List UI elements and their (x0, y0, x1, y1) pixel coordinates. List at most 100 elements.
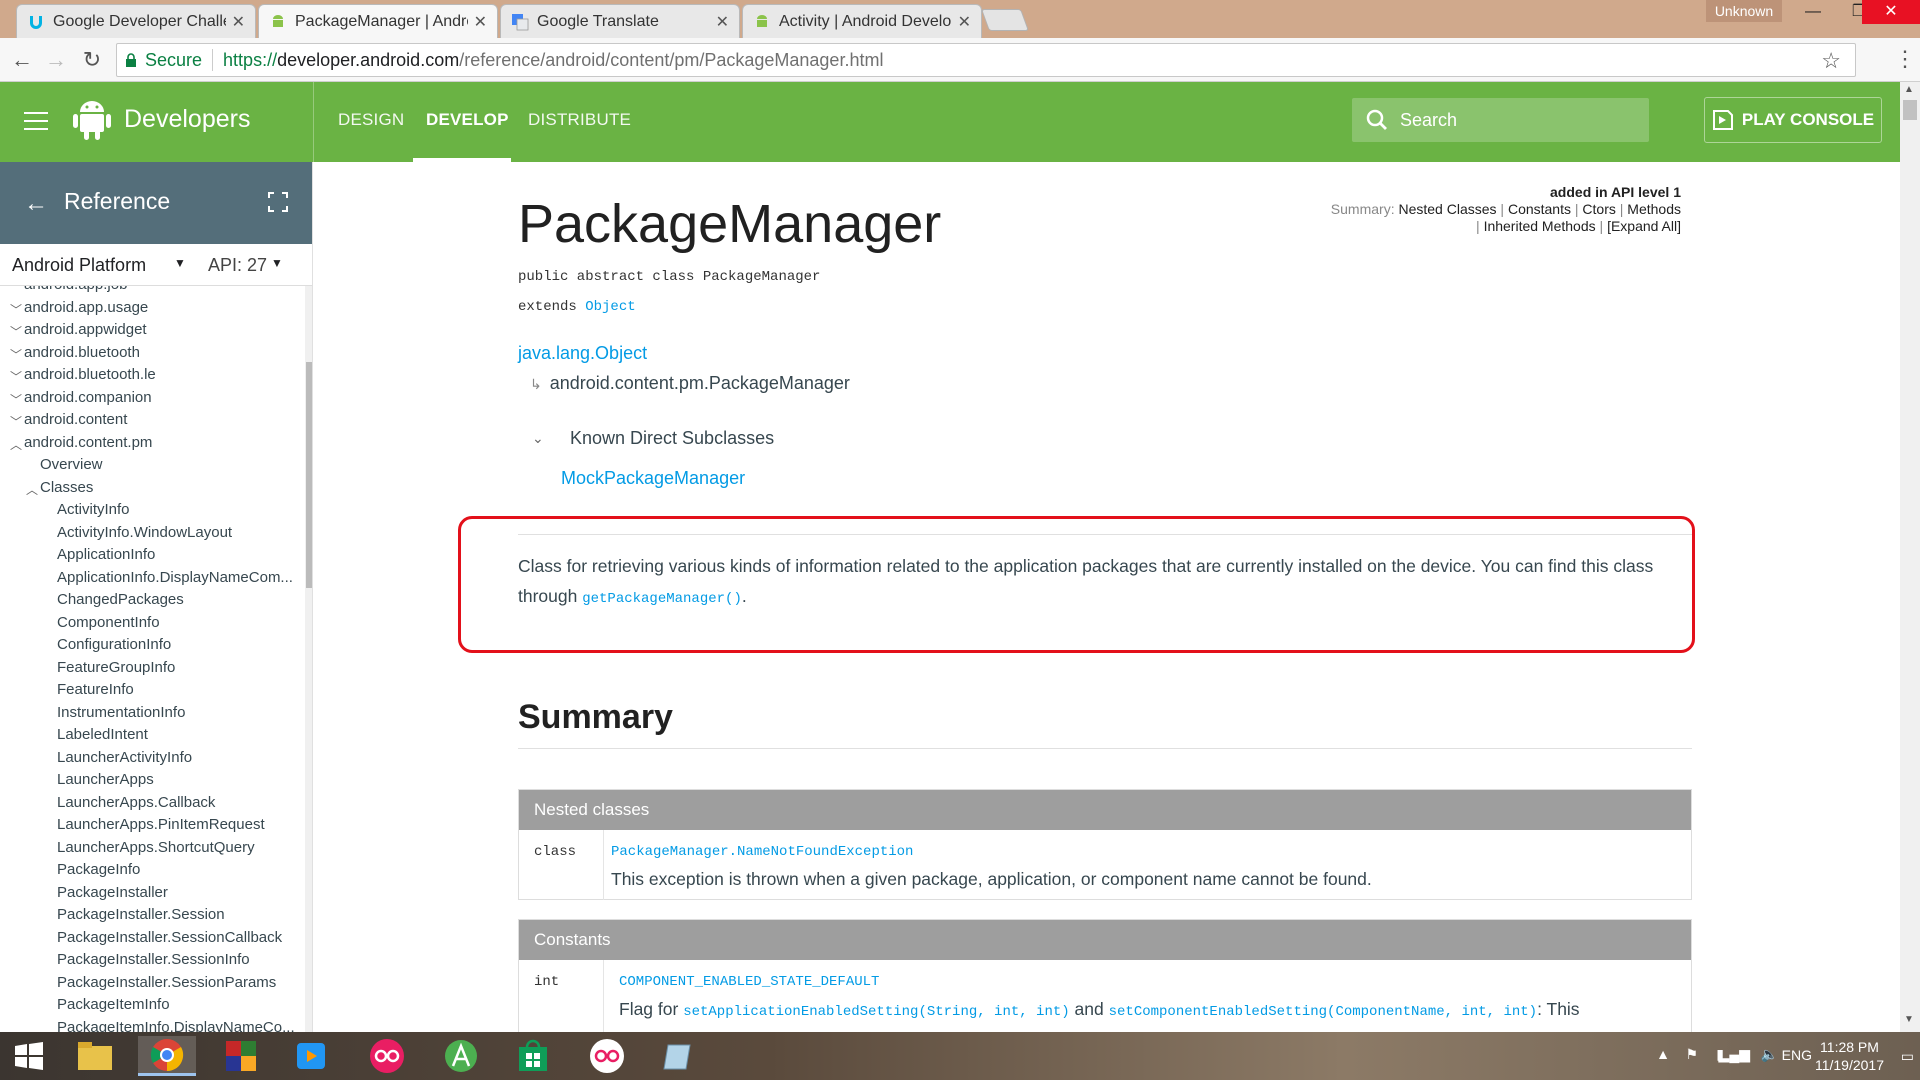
api-level-dropdown[interactable]: API: 27 (208, 255, 267, 276)
constant-link[interactable]: COMPONENT_ENABLED_STATE_DEFAULT (619, 974, 879, 990)
sidebar-item[interactable]: PackageItemInfo.DisplayNameCo... (57, 1019, 295, 1033)
bookmark-star-icon[interactable]: ☆ (1821, 48, 1841, 74)
nav-design[interactable]: DESIGN (338, 110, 404, 130)
sidebar-item[interactable]: android.app.job (24, 286, 127, 293)
sidebar-item[interactable]: android.bluetooth.le (24, 366, 156, 383)
sidebar-item[interactable]: ApplicationInfo (57, 546, 155, 563)
sidebar-item[interactable]: FeatureGroupInfo (57, 659, 175, 676)
chevron-down-icon[interactable]: ﹀ (10, 368, 22, 385)
address-bar[interactable]: Secure https:// developer.android.com /r… (116, 43, 1856, 77)
chevron-up-icon[interactable]: ︿ (10, 436, 22, 453)
media-player-icon[interactable] (282, 1036, 340, 1076)
known-subclasses-toggle[interactable]: Known Direct Subclasses (570, 428, 774, 449)
platform-dropdown[interactable]: Android Platform (12, 255, 146, 276)
clock[interactable]: 11:28 PM 11/19/2017 (1815, 1038, 1884, 1074)
windows-start-icon[interactable] (0, 1036, 58, 1076)
flag-icon[interactable]: ⚑ (1685, 1046, 1698, 1063)
sidebar-item[interactable]: android.bluetooth (24, 344, 140, 361)
chevron-down-icon[interactable]: ﹀ (10, 391, 22, 408)
sidebar-item[interactable]: android.app.usage (24, 299, 148, 316)
sidebar-scroll-thumb[interactable] (306, 362, 312, 588)
sidebar-item[interactable]: PackageInstaller.SessionCallback (57, 929, 282, 946)
sidebar-item[interactable]: ComponentInfo (57, 614, 160, 631)
chevron-down-icon[interactable]: ⌄ (532, 430, 544, 447)
nav-distribute[interactable]: DISTRIBUTE (528, 110, 631, 130)
close-icon[interactable]: ✕ (958, 12, 971, 32)
app-oo-white-icon[interactable] (578, 1036, 636, 1076)
search-input[interactable]: Search (1352, 98, 1649, 142)
hamburger-menu-icon[interactable] (24, 112, 48, 130)
network-icon[interactable]: ▂▄▆ (1719, 1046, 1750, 1063)
sidebar-item[interactable]: ApplicationInfo.DisplayNameCom... (57, 569, 293, 586)
sidebar-item[interactable]: LabeledIntent (57, 726, 148, 743)
secure-indicator[interactable]: Secure (117, 50, 202, 71)
sidebar-item[interactable]: PackageInstaller.SessionParams (57, 974, 276, 991)
minimize-icon[interactable]: — (1790, 0, 1836, 24)
set-component-enabled-link[interactable]: setComponentEnabledSetting(ComponentName… (1109, 1004, 1537, 1020)
sidebar-item[interactable]: LauncherApps.PinItemRequest (57, 816, 265, 833)
winrar-icon[interactable] (212, 1036, 270, 1076)
chevron-down-icon[interactable]: ﹀ (10, 323, 22, 340)
back-arrow-icon[interactable]: ← (24, 190, 48, 218)
sidebar-item[interactable]: LauncherApps.Callback (57, 794, 215, 811)
reload-icon[interactable]: ↻ (78, 46, 106, 74)
sidebar-item[interactable]: android.appwidget (24, 321, 147, 338)
chevron-down-icon[interactable]: ﹀ (10, 301, 22, 318)
tab-google-translate[interactable]: Google Translate ✕ (500, 4, 740, 38)
tab-google-developer-challenge[interactable]: Google Developer Challe ✕ (16, 4, 256, 38)
fullscreen-icon[interactable] (268, 192, 288, 212)
chrome-icon[interactable] (138, 1036, 196, 1076)
show-hidden-icons-icon[interactable]: ▲ (1656, 1046, 1670, 1062)
sidebar-item[interactable]: FeatureInfo (57, 681, 134, 698)
store-icon[interactable] (504, 1036, 562, 1076)
sidebar-item[interactable]: LauncherApps (57, 771, 154, 788)
sidebar-item[interactable]: ActivityInfo (57, 501, 130, 518)
chevron-down-icon[interactable]: ▼ (174, 256, 186, 270)
summary-link-constants[interactable]: Constants (1508, 201, 1571, 217)
set-application-enabled-link[interactable]: setApplicationEnabledSetting(String, int… (683, 1004, 1069, 1020)
nested-class-link[interactable]: PackageManager.NameNotFoundException (611, 844, 913, 860)
volume-icon[interactable]: 🔈 (1761, 1046, 1778, 1063)
sidebar-item[interactable]: PackageInstaller.Session (57, 906, 225, 923)
sidebar-item[interactable]: PackageItemInfo (57, 996, 170, 1013)
android-studio-icon[interactable] (432, 1036, 490, 1076)
page-scroll-thumb[interactable] (1903, 100, 1917, 120)
close-icon[interactable]: ✕ (474, 12, 487, 32)
back-arrow-icon[interactable]: ← (8, 46, 36, 74)
chevron-up-icon[interactable]: ︿ (26, 481, 38, 498)
new-tab-button[interactable] (980, 9, 1030, 31)
page-scrollbar[interactable] (1900, 82, 1920, 1032)
summary-link-methods[interactable]: Methods (1627, 201, 1681, 217)
play-console-button[interactable]: PLAY CONSOLE (1704, 97, 1882, 143)
chevron-down-icon[interactable]: ﹀ (10, 346, 22, 363)
subclass-link[interactable]: MockPackageManager (561, 468, 745, 489)
tab-activity[interactable]: Activity | Android Develo ✕ (742, 4, 982, 38)
browser-menu-icon[interactable]: ⋮ (1894, 46, 1916, 72)
app-oo-icon[interactable] (358, 1036, 416, 1076)
window-close-icon[interactable]: ✕ (1862, 0, 1920, 24)
sidebar-item[interactable]: InstrumentationInfo (57, 704, 185, 721)
profile-badge[interactable]: Unknown (1706, 0, 1782, 22)
sidebar-item[interactable]: android.content (24, 411, 127, 428)
summary-link-expand-all[interactable]: [Expand All] (1607, 218, 1681, 234)
close-icon[interactable]: ✕ (716, 12, 729, 32)
chevron-down-icon[interactable]: ﹀ (10, 286, 22, 295)
sidebar-item[interactable]: ChangedPackages (57, 591, 184, 608)
chevron-down-icon[interactable]: ﹀ (10, 413, 22, 430)
sidebar-item[interactable]: android.content.pm (24, 434, 152, 451)
close-icon[interactable]: ✕ (232, 12, 245, 32)
sidebar-item[interactable]: PackageInstaller (57, 884, 168, 901)
sidebar-item[interactable]: Classes (40, 479, 93, 496)
summary-link-ctors[interactable]: Ctors (1582, 201, 1615, 217)
nav-develop[interactable]: DEVELOP (426, 110, 509, 130)
notes-icon[interactable] (650, 1036, 708, 1076)
brand-logo[interactable]: Developers (72, 96, 250, 142)
sidebar-item[interactable]: ConfigurationInfo (57, 636, 171, 653)
scroll-up-arrow-icon[interactable]: ▲ (1904, 84, 1914, 95)
language-indicator[interactable]: ENG (1782, 1047, 1812, 1063)
scroll-down-arrow-icon[interactable]: ▼ (1904, 1014, 1914, 1025)
sidebar-item[interactable]: ActivityInfo.WindowLayout (57, 524, 232, 541)
summary-link-inherited[interactable]: Inherited Methods (1484, 218, 1596, 234)
sidebar-item[interactable]: LauncherActivityInfo (57, 749, 192, 766)
chevron-down-icon[interactable]: ▼ (271, 256, 283, 270)
